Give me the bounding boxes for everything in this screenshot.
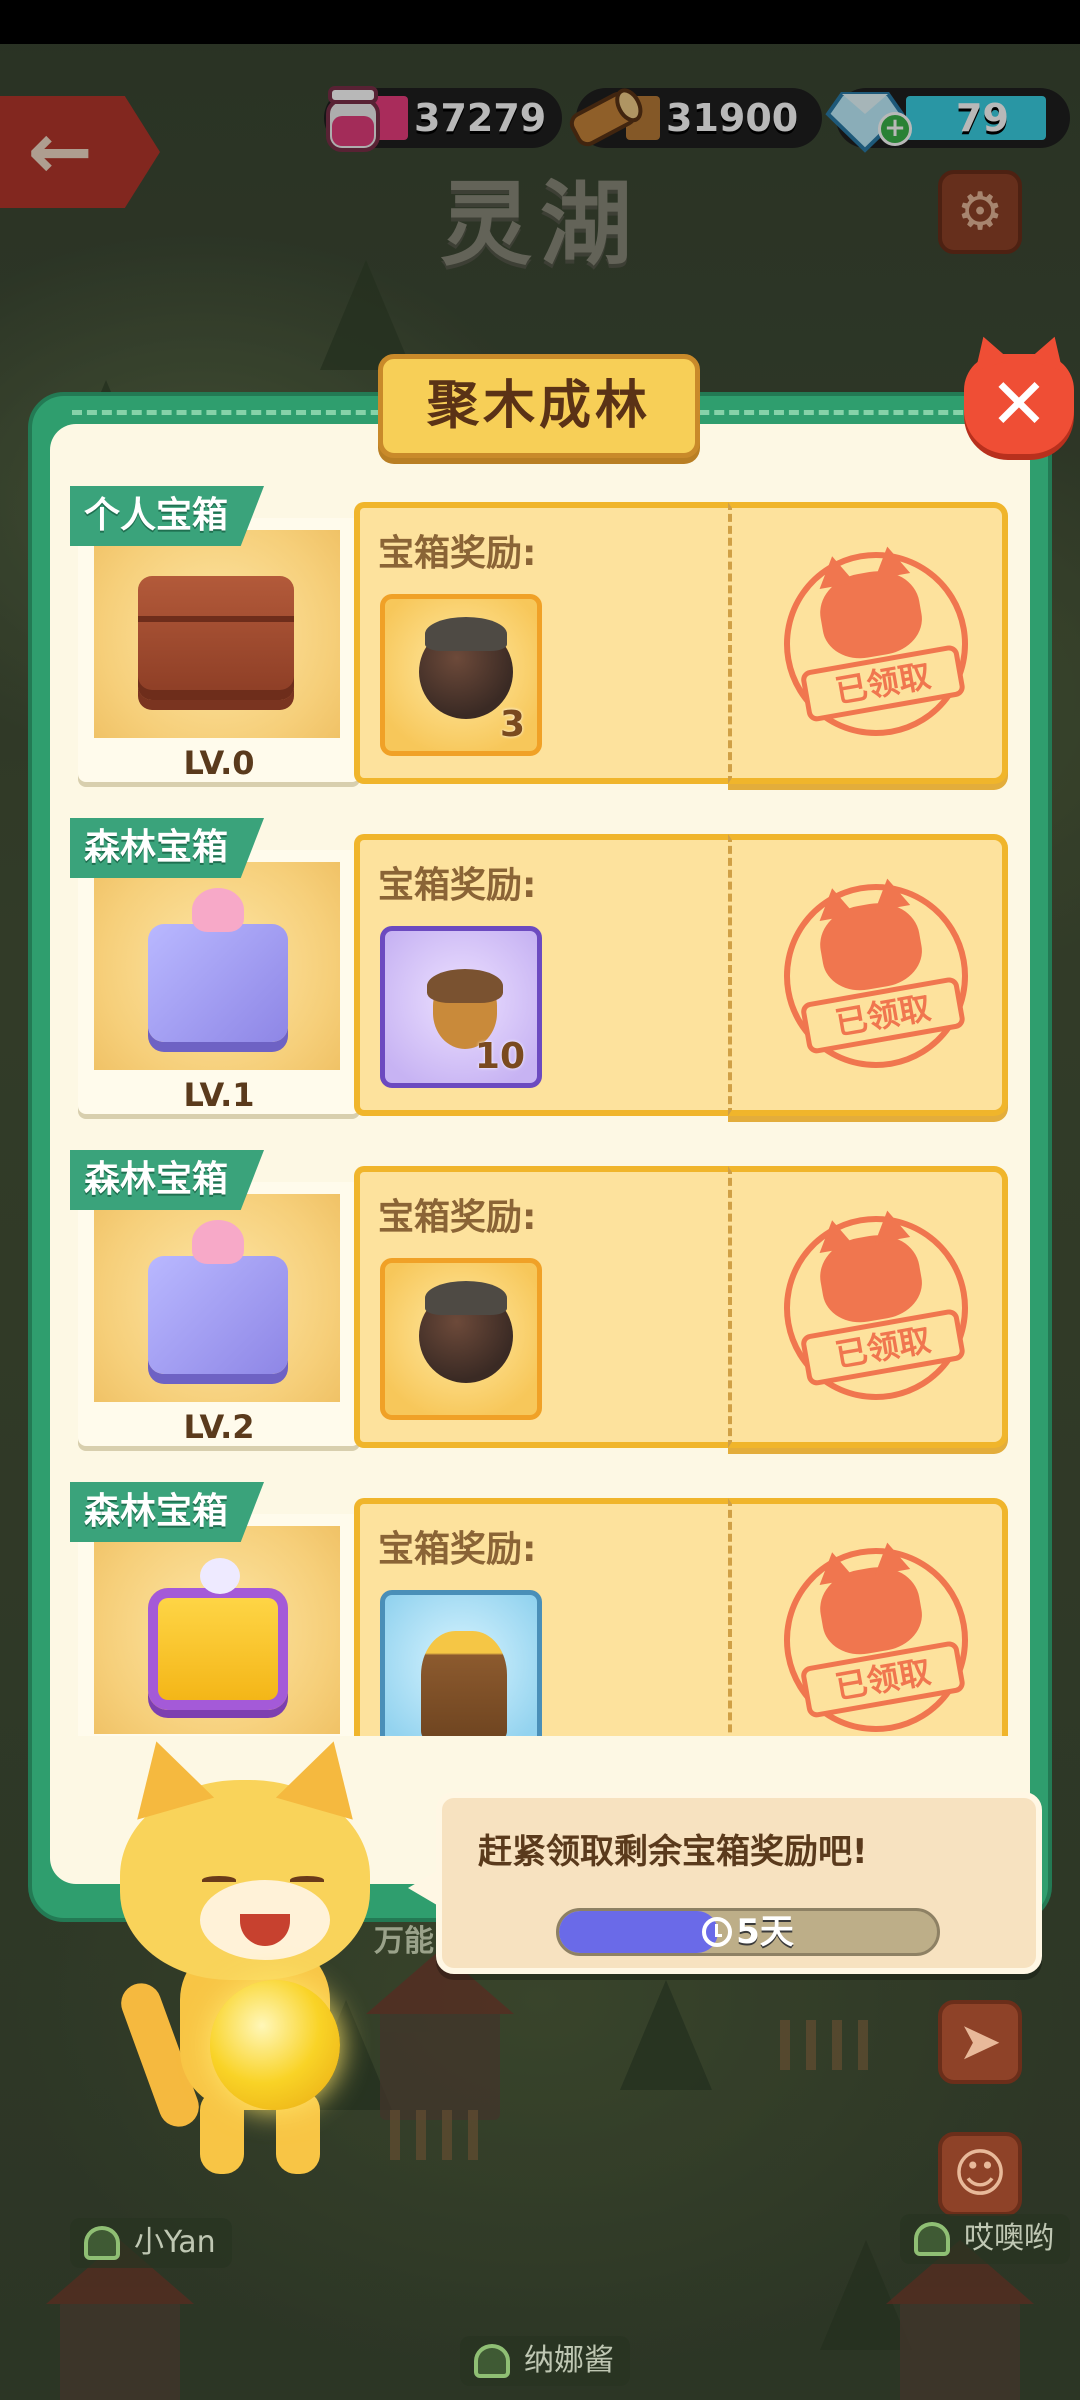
countdown-bar: 5天 [556,1908,940,1956]
megaphone-icon: ➤ [958,2012,1002,2072]
cat-stamp-icon [814,1560,928,1661]
chest-reward-area: 宝箱奖励: 10 [354,834,728,1116]
panel-title: 聚木成林 [378,354,700,458]
chest-image [94,1194,340,1402]
cat-eye [202,1876,236,1884]
cat-mouth [240,1914,290,1946]
reward-label: 宝箱奖励: [378,865,537,906]
chest-card: LV.0 [78,518,360,782]
gift-box-icon [148,888,288,1042]
chest-row: 森林宝箱 宝箱奖励: 已领取 [70,1482,1020,1736]
tree-stump-icon [421,1631,507,1736]
reward-item[interactable]: 3 [380,594,542,756]
cat-stamp-icon [814,896,928,997]
player-name: 哎噢哟 [964,2221,1054,2256]
claimed-stamp: 已领取 [769,537,983,751]
cat-face [200,1880,330,1960]
golden-orb-icon [210,1980,340,2110]
cat-stamp-icon [814,1228,928,1329]
chest-status-area: 已领取 [728,1498,1008,1736]
reward-item[interactable]: 10 [380,926,542,1088]
chest-status-area: 已领取 [728,834,1008,1116]
chest-level: LV.0 [183,744,255,782]
mascot-dialog: 赶紧领取剩余宝箱奖励吧! 5天 [408,1792,1042,1974]
profile-button[interactable]: ☺ [938,2132,1022,2216]
claimed-stamp: 已领取 [769,1533,983,1736]
fertilizer-pot-icon [419,617,513,719]
golden-chest-icon [148,1558,288,1710]
chest-row: LV.0 个人宝箱 宝箱奖励: 3 已领取 [70,486,1020,792]
claimed-stamp: 已领取 [769,869,983,1083]
chest-status-area: 已领取 [728,1166,1008,1448]
chest-level: LV.1 [183,1076,255,1114]
claimed-stamp: 已领取 [769,1201,983,1415]
chest-tag: 个人宝箱 [70,486,265,546]
chest-image [94,1526,340,1734]
gift-box-icon [148,1220,288,1374]
chest-card [78,1514,360,1736]
reward-item[interactable] [380,1590,542,1736]
house-marker-icon [474,2344,510,2378]
cat-mascot [100,1740,400,2180]
chest-card: LV.1 [78,850,360,1114]
countdown-text: 5天 [736,1912,794,1952]
reward-label: 宝箱奖励: [378,1197,537,1238]
chest-card: LV.2 [78,1182,360,1446]
chest-reward-area: 宝箱奖励: 3 [354,502,728,784]
player-tag[interactable]: 哎噢哟 [900,2214,1070,2264]
chest-tag: 森林宝箱 [70,1482,265,1542]
cat-head [120,1780,370,1980]
countdown-label: 5天 [559,1911,937,1953]
player-tag[interactable]: 纳娜酱 [460,2336,630,2386]
reward-count: 3 [499,704,525,745]
chest-reward-area: 宝箱奖励: [354,1498,728,1736]
claimed-stamp-text: 已领取 [799,643,967,723]
close-icon: ✕ [989,363,1049,445]
reward-label: 宝箱奖励: [378,1529,537,1570]
chest-tag: 森林宝箱 [70,1150,265,1210]
fertilizer-pot-icon [419,1281,513,1383]
player-name: 小Yan [134,2225,216,2260]
claimed-stamp-text: 已领取 [799,1639,967,1719]
chest-status-area: 已领取 [728,502,1008,784]
claimed-stamp-text: 已领取 [799,1307,967,1387]
user-icon: ☺ [952,2144,1008,2204]
house-marker-icon [914,2222,950,2256]
dialog-message: 赶紧领取剩余宝箱奖励吧! [478,1832,868,1872]
chest-row: LV.2 森林宝箱 宝箱奖励: 已领取 [70,1150,1020,1456]
chest-row: LV.1 森林宝箱 宝箱奖励: 10 已领取 [70,818,1020,1124]
cat-stamp-icon [814,564,928,665]
claimed-stamp-text: 已领取 [799,975,967,1055]
player-name: 纳娜酱 [524,2343,614,2378]
reward-item[interactable] [380,1258,542,1420]
status-bar [0,0,1080,44]
chest-tag: 森林宝箱 [70,818,265,878]
close-button[interactable]: ✕ [964,354,1074,454]
chest-image [94,530,340,738]
player-tag[interactable]: 小Yan [70,2218,232,2268]
cat-leg [200,2090,244,2174]
chest-image [94,862,340,1070]
chest-list[interactable]: LV.0 个人宝箱 宝箱奖励: 3 已领取 LV.1 森林宝箱 宝箱奖励: 10… [70,486,1020,1736]
cat-eye [290,1876,324,1884]
house-marker-icon [84,2226,120,2260]
reward-label: 宝箱奖励: [378,533,537,574]
clock-icon [702,1917,733,1947]
wooden-chest-icon [138,576,294,700]
chest-level: LV.2 [183,1408,255,1446]
chest-reward-area: 宝箱奖励: [354,1166,728,1448]
share-button[interactable]: ➤ [938,2000,1022,2084]
reward-count: 10 [474,1036,525,1077]
